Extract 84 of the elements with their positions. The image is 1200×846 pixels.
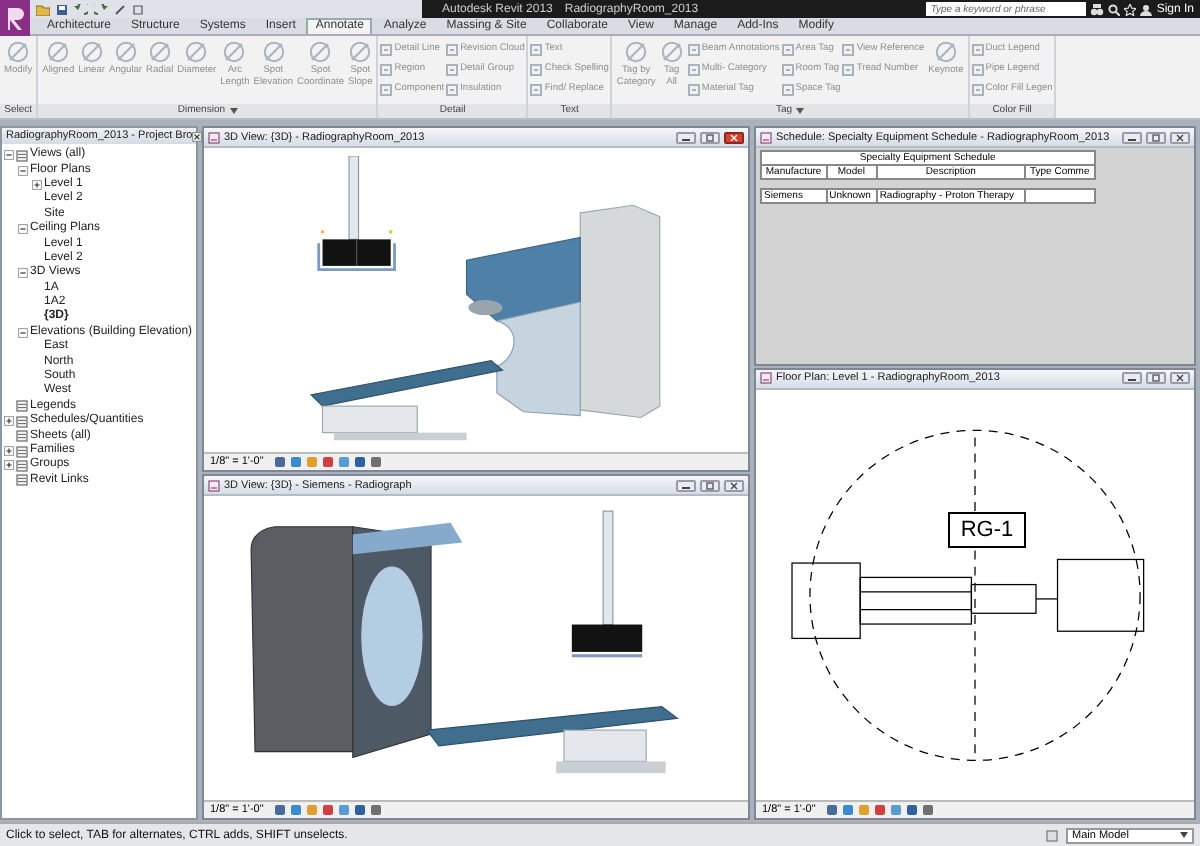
tool-icon	[687, 43, 700, 55]
tool-icon	[781, 63, 794, 75]
tool-icon	[842, 63, 855, 75]
minimize-button[interactable]	[1122, 131, 1142, 143]
view-icon	[208, 479, 220, 491]
expand-toggle[interactable]	[4, 446, 14, 456]
minimize-button[interactable]	[676, 479, 696, 491]
binoculars-icon[interactable]	[1090, 3, 1105, 15]
minimize-icon	[680, 133, 692, 141]
person-icon[interactable]	[1140, 3, 1153, 15]
close-button[interactable]	[1170, 372, 1190, 385]
restore-icon	[1150, 374, 1162, 383]
close-icon	[1174, 133, 1186, 141]
tool-icon	[624, 40, 649, 64]
caret-icon[interactable]	[229, 108, 238, 114]
tool-icon	[781, 83, 794, 95]
tool-icon	[380, 63, 393, 75]
app-logo	[0, 0, 30, 36]
expand-toggle[interactable]	[4, 150, 14, 161]
tool-icon	[530, 83, 543, 95]
caret-icon	[1180, 832, 1188, 838]
view-icon	[208, 131, 220, 143]
line-icon[interactable]	[114, 3, 126, 15]
tool-icon	[971, 63, 984, 75]
search-icon[interactable]	[1108, 3, 1121, 15]
monitor-arm-drawing	[317, 156, 396, 272]
tool-icon	[971, 83, 984, 95]
close-button[interactable]	[724, 131, 744, 143]
redo-icon[interactable]	[94, 3, 108, 15]
restore-icon	[704, 481, 716, 489]
expand-toggle[interactable]	[18, 268, 28, 279]
tool-icon	[6, 40, 31, 64]
minimize-button[interactable]	[676, 131, 696, 143]
equipment-tag: RG-1	[948, 512, 1026, 549]
tool-icon	[842, 43, 855, 55]
restore-icon	[704, 133, 716, 141]
tool-icon	[446, 63, 459, 75]
restore-icon	[1150, 133, 1162, 141]
tool-icon	[308, 40, 333, 64]
close-button[interactable]	[1170, 131, 1190, 143]
close-icon	[728, 133, 740, 141]
expand-toggle[interactable]	[18, 165, 28, 176]
tool-icon	[380, 83, 393, 95]
tool-icon	[971, 43, 984, 55]
tool-icon	[261, 40, 286, 64]
star-icon[interactable]	[1124, 3, 1137, 15]
minimize-icon	[680, 481, 692, 489]
tool-icon	[222, 40, 247, 64]
tool-icon	[380, 43, 393, 55]
expand-toggle[interactable]	[4, 460, 14, 471]
view-icon	[760, 372, 772, 385]
tool-icon	[79, 40, 104, 64]
minimize-icon	[1126, 133, 1138, 141]
list-icon	[16, 149, 28, 162]
view-icon	[760, 131, 772, 143]
tool-icon	[184, 40, 209, 64]
expand-toggle[interactable]	[4, 416, 14, 427]
expand-toggle[interactable]	[18, 327, 28, 338]
expand-toggle[interactable]	[18, 224, 28, 235]
close-icon	[728, 481, 740, 489]
tool-icon	[348, 40, 373, 64]
tool-icon	[933, 40, 958, 64]
tool-icon	[446, 43, 459, 55]
tool-icon	[113, 40, 138, 64]
tool-icon	[46, 40, 71, 64]
caret-icon[interactable]	[796, 108, 805, 114]
tool-icon	[781, 43, 794, 55]
square-icon[interactable]	[132, 3, 144, 15]
tool-icon	[446, 83, 459, 95]
minimize-icon	[1126, 374, 1138, 383]
tool-icon	[530, 43, 543, 55]
tool-icon	[147, 40, 172, 64]
close-icon	[1174, 374, 1186, 383]
close-icon[interactable]	[192, 131, 203, 141]
tool-icon	[530, 63, 543, 75]
save-icon[interactable]	[56, 3, 68, 15]
close-button[interactable]	[724, 479, 744, 491]
expand-toggle[interactable]	[32, 179, 42, 190]
model-icon	[1046, 829, 1058, 841]
tool-icon	[659, 40, 684, 64]
minimize-button[interactable]	[1122, 372, 1142, 385]
tool-icon	[687, 63, 700, 75]
tool-icon	[687, 83, 700, 95]
undo-icon[interactable]	[74, 3, 88, 15]
